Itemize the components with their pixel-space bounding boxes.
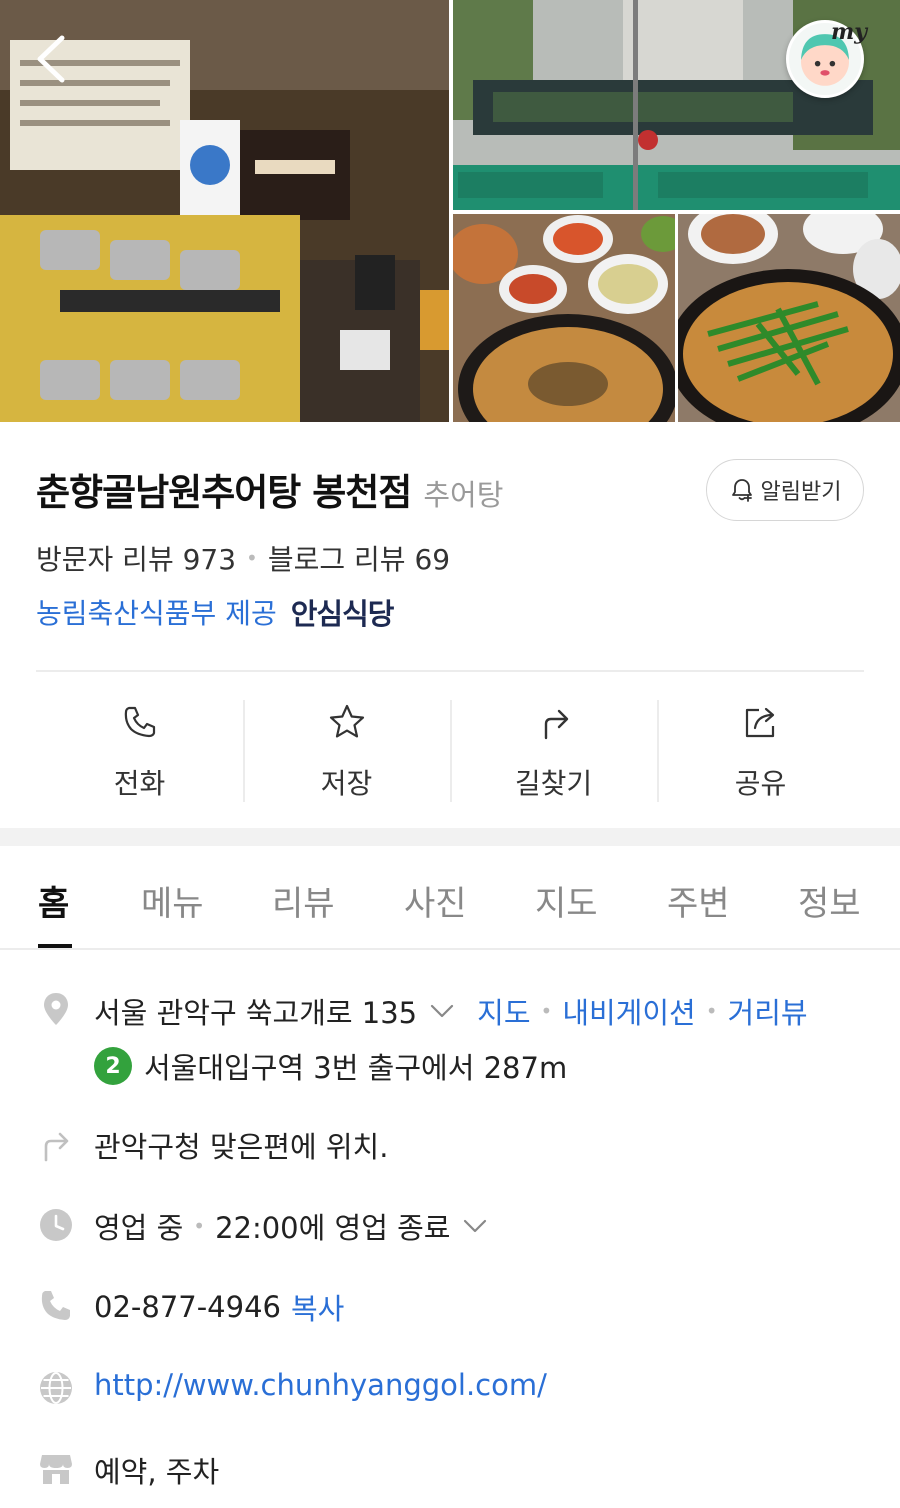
tab-menu[interactable]: 메뉴 xyxy=(141,876,204,925)
share-button[interactable]: 공유 xyxy=(657,700,864,802)
globe-icon xyxy=(40,1372,72,1404)
my-label: my xyxy=(830,19,867,45)
location-pin-icon xyxy=(44,993,68,1025)
subscribe-alert-button[interactable]: 알림받기 xyxy=(706,459,864,521)
tab-home[interactable]: 홈 xyxy=(38,876,69,925)
separator-dot: • xyxy=(540,999,553,1023)
direction-note-text: 관악구청 맞은편에 위치. xyxy=(94,1130,389,1164)
hours-row[interactable]: 영업 중 • 22:00에 영업 종료 xyxy=(94,1205,490,1247)
safe-restaurant-provider[interactable]: 농림축산식품부 제공 안심식당 xyxy=(36,591,395,633)
divider xyxy=(36,670,864,672)
active-tab-indicator xyxy=(38,944,72,948)
amenities-row: 예약, 주차 xyxy=(94,1449,219,1491)
business-hours: 22:00에 영업 종료 xyxy=(215,1211,451,1245)
address-row: 서울 관악구 쑥고개로 135 지도 • 내비게이션 • 거리뷰 xyxy=(94,990,808,1032)
section-divider xyxy=(0,828,900,846)
street-view-link[interactable]: 거리뷰 xyxy=(728,990,808,1032)
directions-icon xyxy=(44,1132,69,1162)
tab-map[interactable]: 지도 xyxy=(535,876,598,925)
chevron-left-icon xyxy=(37,35,65,83)
amenities-text: 예약, 주차 xyxy=(94,1455,220,1489)
tab-nearby[interactable]: 주변 xyxy=(667,876,730,925)
map-link[interactable]: 지도 xyxy=(477,990,530,1032)
business-status: 영업 중 xyxy=(94,1211,184,1245)
separator-dot: • xyxy=(246,546,258,570)
place-category: 추어탕 xyxy=(423,478,504,512)
phone-row: 02-877-4946 복사 xyxy=(94,1286,344,1328)
clock-icon xyxy=(40,1209,72,1241)
photo-gallery[interactable]: my xyxy=(0,0,900,422)
call-button[interactable]: 전화 xyxy=(36,700,243,802)
website-row: http://www.chunhyanggol.com/ xyxy=(94,1368,547,1402)
photo-food-side-dishes[interactable] xyxy=(453,214,675,422)
phone-icon xyxy=(124,706,155,738)
directions-icon xyxy=(544,709,568,740)
phone-icon xyxy=(41,1291,70,1320)
back-button[interactable] xyxy=(28,32,74,86)
my-profile-button[interactable]: my xyxy=(786,19,867,98)
website-link[interactable]: http://www.chunhyanggol.com/ xyxy=(94,1368,547,1402)
subway-row: 2 서울대입구역 3번 출구에서 287m xyxy=(94,1045,567,1087)
blog-reviews-link[interactable]: 블로그 리뷰 69 xyxy=(268,538,450,578)
call-label: 전화 xyxy=(113,767,166,800)
separator-dot: • xyxy=(193,1214,206,1238)
subway-line-badge: 2 xyxy=(94,1047,132,1085)
star-icon xyxy=(329,704,364,738)
provider-label: 농림축산식품부 제공 xyxy=(36,597,277,630)
bell-plus-icon xyxy=(731,479,752,502)
directions-label: 길찾기 xyxy=(514,767,593,800)
copy-phone-button[interactable]: 복사 xyxy=(291,1286,344,1328)
address-text: 서울 관악구 쑥고개로 135 xyxy=(94,996,418,1030)
separator-dot: • xyxy=(705,999,718,1023)
safe-restaurant-badge: 안심식당 xyxy=(290,597,395,631)
subway-text: 서울대입구역 3번 출구에서 287m xyxy=(144,1051,568,1085)
tab-info[interactable]: 정보 xyxy=(798,876,861,925)
share-label: 공유 xyxy=(734,767,787,800)
place-title-row: 춘향골남원추어탕 봉천점 추어탕 xyxy=(36,462,503,516)
tab-bar: 홈 메뉴 리뷰 사진 지도 주변 정보 xyxy=(0,846,900,950)
place-name: 춘향골남원추어탕 봉천점 xyxy=(36,471,412,514)
photo-food-chueotang[interactable] xyxy=(678,214,900,422)
direction-note-row: 관악구청 맞은편에 위치. xyxy=(94,1124,388,1166)
review-summary: 방문자 리뷰 973 • 블로그 리뷰 69 xyxy=(36,538,450,578)
store-icon xyxy=(40,1455,72,1484)
chevron-down-icon[interactable] xyxy=(427,996,457,1026)
share-icon xyxy=(745,707,774,738)
visitor-reviews-link[interactable]: 방문자 리뷰 973 xyxy=(36,538,236,578)
action-bar: 전화 저장 길찾기 공유 xyxy=(36,700,864,802)
directions-button[interactable]: 길찾기 xyxy=(450,700,657,802)
chevron-down-icon[interactable] xyxy=(460,1211,490,1241)
save-button[interactable]: 저장 xyxy=(243,700,450,802)
navigation-link[interactable]: 내비게이션 xyxy=(562,990,695,1032)
save-label: 저장 xyxy=(320,767,373,800)
subscribe-alert-label: 알림받기 xyxy=(760,480,842,505)
tab-photo[interactable]: 사진 xyxy=(404,876,467,925)
tab-review[interactable]: 리뷰 xyxy=(272,876,335,925)
phone-number[interactable]: 02-877-4946 xyxy=(94,1290,281,1324)
